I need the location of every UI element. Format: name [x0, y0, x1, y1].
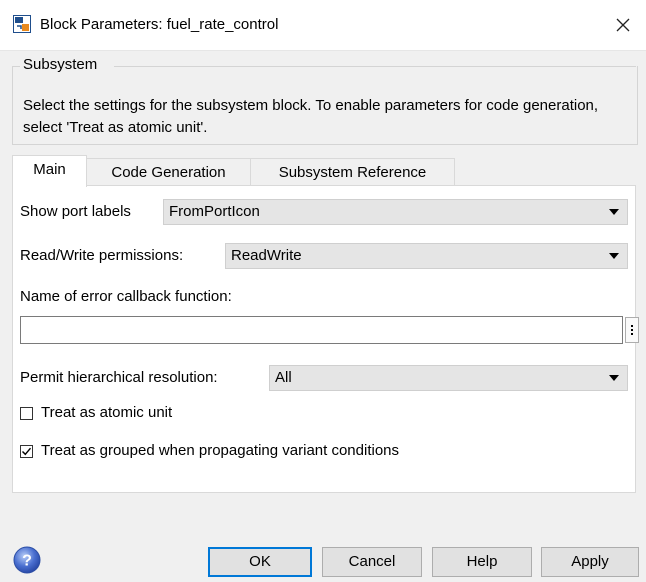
- title-bar: Block Parameters: fuel_rate_control: [0, 0, 646, 51]
- read-write-permissions-select[interactable]: ReadWrite: [225, 243, 628, 269]
- help-icon[interactable]: ?: [12, 545, 42, 575]
- error-callback-input[interactable]: [20, 316, 623, 344]
- tab-code-generation-label: Code Generation: [111, 164, 226, 181]
- tab-subsystem-reference[interactable]: Subsystem Reference: [250, 158, 455, 186]
- tab-subsystem-reference-label: Subsystem Reference: [278, 164, 427, 181]
- apply-button[interactable]: Apply: [541, 547, 639, 577]
- close-icon: [616, 18, 630, 32]
- hierarchical-resolution-label: Permit hierarchical resolution:: [20, 369, 218, 386]
- main-tab-panel: Show port labels FromPortIcon Read/Write…: [12, 185, 639, 493]
- more-options-button[interactable]: [625, 317, 639, 343]
- ok-button[interactable]: OK: [208, 547, 312, 577]
- svg-text:?: ?: [22, 553, 32, 570]
- show-port-labels-select[interactable]: FromPortIcon: [163, 199, 628, 225]
- tab-main-label: Main: [33, 161, 66, 178]
- chevron-down-icon: [609, 253, 619, 259]
- simulink-block-icon: [13, 15, 31, 33]
- subsystem-description: Select the settings for the subsystem bl…: [23, 97, 599, 136]
- groupbox-label: Subsystem: [23, 56, 98, 73]
- help-button[interactable]: Help: [432, 547, 532, 577]
- grouped-variant-label: Treat as grouped when propagating varian…: [41, 442, 400, 459]
- tab-code-generation[interactable]: Code Generation: [86, 158, 251, 186]
- chevron-down-icon: [609, 375, 619, 381]
- window-title: Block Parameters: fuel_rate_control: [40, 16, 279, 33]
- show-port-labels-label: Show port labels: [20, 203, 131, 220]
- checkmark-icon: [22, 447, 32, 456]
- error-callback-label: Name of error callback function:: [20, 288, 232, 305]
- show-port-labels-value: FromPortIcon: [169, 203, 260, 220]
- chevron-down-icon: [609, 209, 619, 215]
- close-button[interactable]: [606, 8, 640, 42]
- grouped-variant-checkbox[interactable]: [20, 445, 33, 458]
- read-write-permissions-label: Read/Write permissions:: [20, 247, 184, 264]
- hierarchical-resolution-select[interactable]: All: [269, 365, 628, 391]
- read-write-permissions-value: ReadWrite: [231, 247, 302, 264]
- atomic-unit-checkbox[interactable]: [20, 407, 33, 420]
- atomic-unit-label: Treat as atomic unit: [41, 404, 173, 421]
- hierarchical-resolution-value: All: [275, 369, 292, 386]
- cancel-button[interactable]: Cancel: [322, 547, 422, 577]
- tab-main[interactable]: Main: [12, 155, 87, 187]
